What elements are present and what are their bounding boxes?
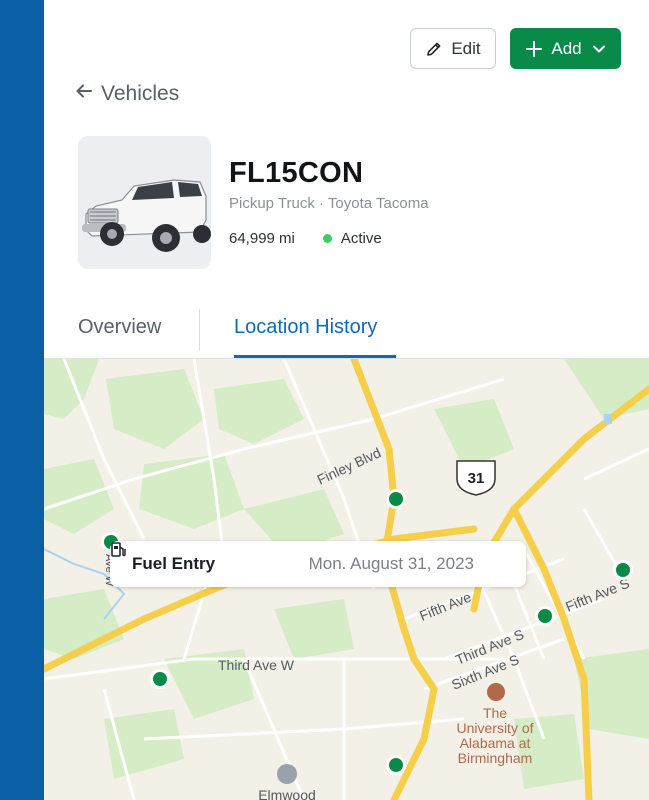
chevron-down-icon — [592, 42, 606, 56]
tab-location-history[interactable]: Location History — [234, 316, 377, 339]
pencil-icon — [425, 40, 443, 58]
map-callout[interactable]: Fuel Entry Mon. August 31, 2023 — [110, 541, 526, 587]
callout-title: Fuel Entry — [132, 554, 216, 573]
map-label-third-ave-w: Third Ave W — [218, 657, 295, 673]
location-marker — [535, 606, 555, 626]
status-badge: Active — [340, 230, 382, 247]
vehicle-subtitle: Pickup Truck · Toyota Tacoma — [229, 195, 429, 212]
callout-date: Mon. August 31, 2023 — [308, 554, 474, 573]
arrow-left-icon — [75, 82, 93, 106]
tab-overview[interactable]: Overview — [78, 316, 161, 339]
map-label-uab-4: Birmingham — [458, 750, 533, 766]
vehicle-mileage: 64,999 mi — [229, 230, 295, 247]
app-sidebar — [0, 0, 44, 800]
edit-button[interactable]: Edit — [410, 28, 496, 69]
location-marker — [386, 489, 406, 509]
status-dot — [322, 234, 332, 243]
tab-divider — [199, 309, 200, 351]
map-label-fifth-ave-s: Fifth Ave S — [563, 575, 632, 615]
map-label-fifth-ave: Fifth Ave — [417, 589, 473, 624]
uab-landmark: The University of Alabama at Birmingham — [456, 683, 534, 766]
add-button-label: Add — [551, 38, 582, 58]
cemetery-icon — [277, 764, 297, 784]
plus-icon — [525, 40, 543, 58]
map-label-elmwood: Elmwood — [258, 787, 316, 800]
vehicle-photo — [78, 136, 211, 269]
location-marker — [150, 669, 170, 689]
elmwood-landmark: Elmwood — [258, 764, 316, 800]
back-to-vehicles-link[interactable]: Vehicles — [75, 82, 179, 106]
location-marker — [613, 560, 633, 580]
edit-button-label: Edit — [451, 38, 481, 58]
map-label-hwy-31: 31 — [468, 470, 485, 487]
graduation-cap-icon — [487, 683, 505, 701]
vehicle-plate: FL15CON — [229, 157, 364, 189]
location-map[interactable]: 31 Finley Blvd Ave W Fifth Ave Fifth Ave… — [44, 359, 649, 800]
map-label-uab-3: Alabama at — [460, 735, 531, 751]
vehicle-meta: 64,999 mi Active — [229, 230, 382, 247]
map-label-uab-2: University of — [456, 720, 533, 736]
location-marker — [386, 755, 406, 775]
map-label-uab-1: The — [483, 705, 507, 721]
hwy-31-shield: 31 — [456, 460, 496, 496]
back-label: Vehicles — [101, 82, 180, 105]
add-button[interactable]: Add — [510, 28, 621, 69]
